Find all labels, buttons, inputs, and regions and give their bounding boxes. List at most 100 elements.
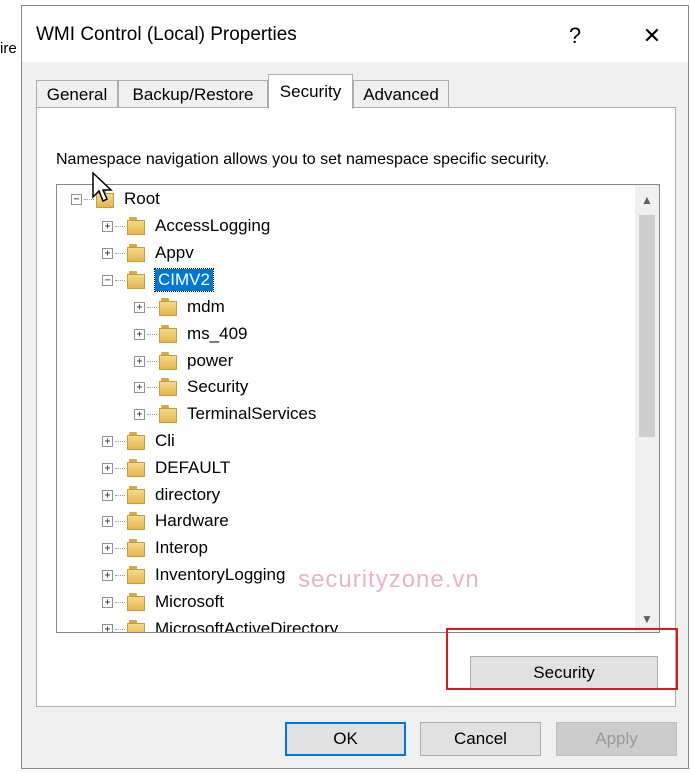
expand-icon[interactable]: +: [102, 220, 113, 232]
tree-connector: [115, 574, 125, 576]
background-window-text: ire: [0, 40, 17, 57]
tree-item-label: Root: [124, 189, 160, 208]
expand-icon[interactable]: +: [134, 408, 145, 420]
tree-connector: [115, 520, 125, 522]
folder-icon: [159, 405, 179, 423]
tree-scrollbar[interactable]: ▲ ▼: [635, 185, 659, 632]
ok-button[interactable]: OK: [285, 722, 406, 756]
tree-item[interactable]: + AccessLogging: [102, 215, 270, 237]
tab-advanced[interactable]: Advanced: [353, 80, 449, 108]
expand-icon[interactable]: +: [102, 435, 113, 447]
folder-icon: [127, 539, 147, 557]
title-bar[interactable]: WMI Control (Local) Properties ? ✕: [22, 6, 688, 62]
watermark: securityzone.vn: [298, 566, 480, 593]
tree-item[interactable]: + Security: [134, 376, 248, 398]
tree-item-label: Cli: [155, 431, 175, 450]
tree-connector: [115, 547, 125, 549]
mouse-cursor-icon: [92, 172, 113, 203]
tree-item-label: InventoryLogging: [155, 565, 286, 584]
expand-icon[interactable]: +: [102, 569, 113, 581]
tree-item-label: Appv: [155, 243, 194, 262]
folder-icon: [127, 486, 147, 504]
folder-icon: [127, 593, 147, 611]
highlight-frame: [446, 628, 678, 690]
cancel-button[interactable]: Cancel: [420, 722, 541, 756]
tree-item-label: mdm: [187, 297, 225, 316]
close-button[interactable]: ✕: [629, 16, 675, 56]
tree-item[interactable]: + MicrosoftActiveDirectory: [102, 618, 339, 633]
tree-connector: [115, 252, 125, 254]
expand-icon[interactable]: +: [102, 596, 113, 608]
tab-general[interactable]: General: [36, 80, 118, 108]
tree-item-label: DEFAULT: [155, 458, 231, 477]
tree-item[interactable]: + ms_409: [134, 323, 247, 345]
tree-connector: [147, 386, 157, 388]
folder-icon: [159, 352, 179, 370]
expand-icon[interactable]: +: [102, 247, 113, 259]
folder-icon: [127, 217, 147, 235]
folder-icon: [159, 378, 179, 396]
tree-item[interactable]: + TerminalServices: [134, 403, 316, 425]
collapse-icon[interactable]: −: [71, 193, 82, 205]
tree-connector: [115, 225, 125, 227]
tree-item[interactable]: + Hardware: [102, 510, 229, 532]
collapse-icon[interactable]: −: [102, 274, 113, 286]
tree-item[interactable]: + Appv: [102, 242, 194, 264]
folder-icon: [159, 298, 179, 316]
scroll-down-icon[interactable]: ▼: [635, 608, 659, 630]
scroll-thumb[interactable]: [639, 215, 655, 437]
tree-item-label: Hardware: [155, 511, 229, 530]
tree-connector: [147, 333, 157, 335]
tree-connector: [115, 440, 125, 442]
tree-item[interactable]: + Microsoft: [102, 591, 224, 613]
tree-connector: [147, 360, 157, 362]
tree-item-label: Microsoft: [155, 592, 224, 611]
folder-icon: [127, 620, 147, 632]
folder-icon: [127, 271, 147, 289]
tree-item-label: TerminalServices: [187, 404, 317, 423]
tree-item[interactable]: + Cli: [102, 430, 175, 452]
folder-icon: [159, 325, 179, 343]
tree-item[interactable]: + InventoryLogging: [102, 564, 285, 586]
folder-icon: [127, 566, 147, 584]
scroll-up-icon[interactable]: ▲: [635, 189, 659, 211]
tree-connector: [115, 628, 125, 630]
tree-connector: [115, 601, 125, 603]
tree-connector: [115, 279, 125, 281]
tree-item-label: Security: [187, 377, 249, 396]
tab-security[interactable]: Security: [268, 74, 353, 109]
tree-item-root[interactable]: − Root: [71, 188, 160, 210]
tree-item-label: CIMV2: [154, 268, 214, 292]
tree-item-label: directory: [155, 485, 221, 504]
expand-icon[interactable]: +: [134, 328, 145, 340]
tree-item[interactable]: + directory: [102, 484, 220, 506]
expand-icon[interactable]: +: [134, 381, 145, 393]
tree-item-label: MicrosoftActiveDirectory: [155, 619, 339, 633]
tree-item[interactable]: + power: [134, 350, 233, 372]
tree-connector: [147, 413, 157, 415]
expand-icon[interactable]: +: [102, 623, 113, 632]
apply-button[interactable]: Apply: [556, 722, 677, 756]
security-tab-panel: Namespace navigation allows you to set n…: [36, 107, 676, 707]
expand-icon[interactable]: +: [134, 301, 145, 313]
tab-backup-restore[interactable]: Backup/Restore: [118, 80, 268, 108]
folder-icon: [127, 432, 147, 450]
tree-item[interactable]: + Interop: [102, 537, 208, 559]
tree-item[interactable]: + DEFAULT: [102, 457, 230, 479]
window-title: WMI Control (Local) Properties: [36, 24, 297, 45]
expand-icon[interactable]: +: [102, 542, 113, 554]
folder-icon: [127, 512, 147, 530]
tree-item-cimv2[interactable]: − CIMV2: [102, 268, 214, 292]
expand-icon[interactable]: +: [134, 355, 145, 367]
tree-item-label: power: [187, 351, 234, 370]
folder-icon: [127, 459, 147, 477]
tree-connector: [115, 494, 125, 496]
folder-icon: [127, 244, 147, 262]
tree-item[interactable]: + mdm: [134, 296, 225, 318]
tree-connector: [115, 467, 125, 469]
expand-icon[interactable]: +: [102, 462, 113, 474]
tree-item-label: AccessLogging: [155, 216, 271, 235]
help-button[interactable]: ?: [552, 16, 598, 56]
expand-icon[interactable]: +: [102, 515, 113, 527]
expand-icon[interactable]: +: [102, 489, 113, 501]
